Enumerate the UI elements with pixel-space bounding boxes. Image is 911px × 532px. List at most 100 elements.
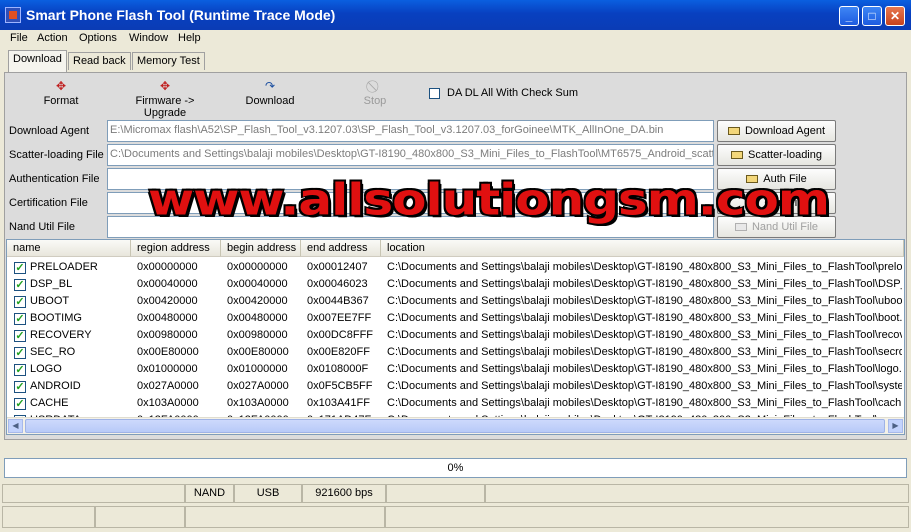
cell-region: 0x00040000 — [137, 278, 198, 290]
cell-location: C:\Documents and Settings\balaji mobiles… — [387, 261, 902, 273]
tab-read-back[interactable]: Read back — [68, 52, 131, 70]
firmware-icon: ✥ — [159, 79, 171, 93]
table-row[interactable]: ✓ DSP_BL 0x00040000 0x00040000 0x00046023 C:\… — [7, 277, 904, 294]
auth-file-button[interactable]: Auth File — [717, 168, 836, 190]
maximize-button[interactable]: □ — [862, 6, 882, 26]
row-checkbox[interactable]: ✓ — [14, 313, 26, 325]
row-checkbox[interactable]: ✓ — [14, 398, 26, 410]
cell-end: 0x0108000F — [307, 363, 369, 375]
minimize-button[interactable]: _ — [839, 6, 859, 26]
table-row[interactable]: ✓ PRELOADER 0x00000000 0x00000000 0x00012407… — [7, 260, 904, 277]
folder-icon — [731, 151, 743, 159]
scroll-thumb[interactable] — [25, 419, 885, 433]
auth-file-button-label: Auth File — [763, 173, 807, 185]
firmware-upgrade-button[interactable]: ✥ Firmware -> Upgrade — [113, 79, 217, 119]
progress-bar: 0% — [4, 458, 907, 478]
horizontal-scrollbar[interactable]: ◀ ▶ — [7, 417, 904, 434]
col-name[interactable]: name — [7, 240, 131, 257]
scroll-left-icon[interactable]: ◀ — [8, 419, 23, 433]
cell-location: C:\Documents and Settings\balaji mobiles… — [387, 329, 902, 341]
menu-file[interactable]: File — [10, 32, 28, 44]
row-checkbox[interactable]: ✓ — [14, 347, 26, 359]
scatter-loading-button[interactable]: Scatter-loading — [717, 144, 836, 166]
row-checkbox[interactable]: ✓ — [14, 262, 26, 274]
row-checkbox[interactable]: ✓ — [14, 296, 26, 308]
cell-region: 0x01000000 — [137, 363, 198, 375]
nand-util-button[interactable]: Nand Util File — [717, 216, 836, 238]
row-checkbox[interactable]: ✓ — [14, 364, 26, 376]
cell-location: C:\Documents and Settings\balaji mobiles… — [387, 397, 902, 409]
col-begin-address[interactable]: begin address — [221, 240, 301, 257]
row-checkbox[interactable]: ✓ — [14, 381, 26, 393]
stop-button[interactable]: ⃠ Stop — [357, 79, 393, 107]
cell-begin: 0x00420000 — [227, 295, 288, 307]
scatter-file-field[interactable]: C:\Documents and Settings\balaji mobiles… — [107, 144, 714, 166]
status-storage: NAND — [185, 484, 234, 503]
menu-action[interactable]: Action — [37, 32, 68, 44]
cell-name: PRELOADER — [30, 261, 98, 273]
status2-cell-4 — [385, 506, 909, 528]
format-button[interactable]: ✥ Format — [41, 79, 81, 107]
cell-end: 0x00DC8FFF — [307, 329, 374, 341]
folder-icon — [727, 127, 740, 135]
col-end-address[interactable]: end address — [301, 240, 381, 257]
status2-cell-3 — [185, 506, 385, 528]
format-label: Format — [43, 95, 79, 107]
tab-download[interactable]: Download — [8, 50, 67, 72]
nand-util-field[interactable] — [107, 216, 714, 238]
cert-file-button[interactable]: Cert File — [717, 192, 836, 214]
nand-util-label: Nand Util File — [9, 221, 76, 233]
auth-file-field[interactable] — [107, 168, 714, 190]
cell-end: 0x0044B367 — [307, 295, 369, 307]
table-row[interactable]: ✓ RECOVERY 0x00980000 0x00980000 0x00DC8FFF C… — [7, 328, 904, 345]
cell-begin: 0x00980000 — [227, 329, 288, 341]
table-header: name region address begin address end ad… — [7, 240, 904, 257]
cell-region: 0x00420000 — [137, 295, 198, 307]
table-row[interactable]: ✓ BOOTIMG 0x00480000 0x00480000 0x007EE7FF C:… — [7, 311, 904, 328]
cell-name: RECOVERY — [30, 329, 92, 341]
cell-location: C:\Documents and Settings\balaji mobiles… — [387, 380, 902, 392]
cell-region: 0x027A0000 — [137, 380, 199, 392]
download-agent-button[interactable]: Download Agent — [717, 120, 836, 142]
status-baud: 921600 bps — [302, 484, 386, 503]
cell-begin: 0x027A0000 — [227, 380, 289, 392]
col-region-address[interactable]: region address — [131, 240, 221, 257]
cell-end: 0x007EE7FF — [307, 312, 372, 324]
menu-help[interactable]: Help — [178, 32, 201, 44]
col-location[interactable]: location — [381, 240, 904, 257]
cell-location: C:\Documents and Settings\balaji mobiles… — [387, 363, 902, 375]
menu-options[interactable]: Options — [79, 32, 117, 44]
cell-name: ANDROID — [30, 380, 81, 392]
tab-memory-test[interactable]: Memory Test — [132, 52, 205, 70]
menu-window[interactable]: Window — [129, 32, 168, 44]
close-button[interactable]: ✕ — [885, 6, 905, 26]
status2-cell-1 — [2, 506, 95, 528]
row-checkbox[interactable]: ✓ — [14, 330, 26, 342]
cell-region: 0x00480000 — [137, 312, 198, 324]
cell-name: BOOTIMG — [30, 312, 82, 324]
table-row[interactable]: ✓ UBOOT 0x00420000 0x00420000 0x0044B367 C:\D… — [7, 294, 904, 311]
download-label: Download — [245, 95, 295, 107]
partition-table: name region address begin address end ad… — [6, 239, 905, 435]
cell-name: DSP_BL — [30, 278, 73, 290]
cert-file-field[interactable] — [107, 192, 714, 214]
table-row[interactable]: ✓ ANDROID 0x027A0000 0x027A0000 0x0F5CB5FF C:… — [7, 379, 904, 396]
download-button[interactable]: ↷ Download — [243, 79, 297, 107]
cell-begin: 0x00E80000 — [227, 346, 289, 358]
download-arrow-icon: ↷ — [264, 79, 276, 93]
checksum-checkbox[interactable] — [429, 88, 440, 99]
status-cell-empty-3 — [485, 484, 909, 503]
table-row[interactable]: ✓ CACHE 0x103A0000 0x103A0000 0x103A41FF C:\D… — [7, 396, 904, 413]
status-cell-empty-2 — [386, 484, 485, 503]
cell-begin: 0x00000000 — [227, 261, 288, 273]
cell-region: 0x00000000 — [137, 261, 198, 273]
checksum-label: DA DL All With Check Sum — [447, 87, 579, 99]
table-row[interactable]: ✓ LOGO 0x01000000 0x01000000 0x0108000F C:\Do… — [7, 362, 904, 379]
cert-file-label: Certification File — [9, 197, 88, 209]
scroll-right-icon[interactable]: ▶ — [888, 419, 903, 433]
table-row[interactable]: ✓ SEC_RO 0x00E80000 0x00E80000 0x00E820FF C:\… — [7, 345, 904, 362]
app-icon — [5, 7, 21, 23]
row-checkbox[interactable]: ✓ — [14, 279, 26, 291]
download-agent-field[interactable]: E:\Micromax flash\A52\SP_Flash_Tool_v3.1… — [107, 120, 714, 142]
download-agent-label: Download Agent — [9, 125, 90, 137]
